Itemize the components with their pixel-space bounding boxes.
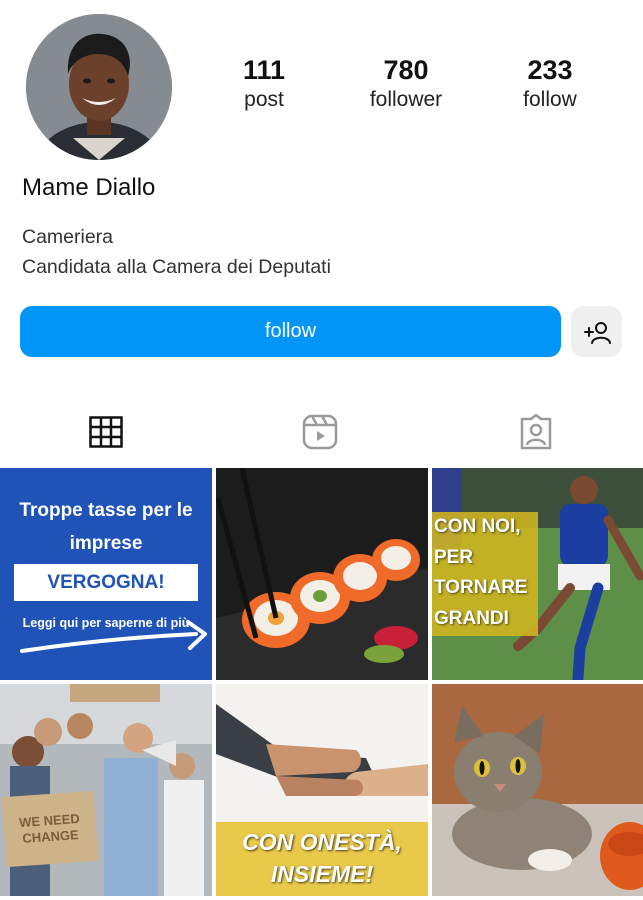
stat-posts-count: 111 [242,55,286,85]
protest-sign: WE NEED CHANGE [1,790,99,868]
sushi-image [216,468,428,680]
add-person-icon [583,321,611,344]
tab-posts[interactable] [84,410,128,454]
stat-followers-label: follower [369,88,443,111]
avatar-image [26,14,172,160]
profile-stats: 111 post 780 follower 233 follow [200,54,623,124]
stat-posts[interactable]: 111 post [204,54,324,114]
post-tile-sushi[interactable] [216,468,428,680]
post-hands-text: CON ONESTÀ, INSIEME! [216,826,428,890]
stat-following-count: 233 [527,55,573,85]
follow-button[interactable]: follow [20,306,561,357]
post-tile-cat[interactable] [432,684,643,896]
profile-tabs [0,410,643,456]
post-tile-protest[interactable]: WE NEED CHANGE [0,684,212,896]
post-tile-taxes[interactable]: Troppe tasse per le imprese VERGOGNA! Le… [0,468,212,680]
protest-sign-text: WE NEED CHANGE [18,810,81,846]
grid-icon [89,416,123,448]
post-football-text: CON NOI, PER TORNARE GRANDI [434,512,528,634]
post-football-line: GRANDI [434,607,509,629]
post-tile-football[interactable]: CON NOI, PER TORNARE GRANDI [432,468,643,680]
bio-line-candidacy: Candidata alla Camera dei Deputati [22,256,331,278]
post-football-line: CON NOI, [434,516,521,537]
post-hands-line: INSIEME! [270,861,374,887]
reels-icon [302,414,338,450]
post-football-line: TORNARE [434,577,528,598]
profile-avatar[interactable] [26,14,172,160]
post-hands-line: CON ONESTÀ, [242,829,402,855]
stat-followers-count: 780 [383,55,429,85]
stat-following-label: follow [523,88,577,111]
cat-image [432,684,643,896]
tab-reels[interactable] [298,410,342,454]
bio-line-job: Cameriera [22,226,114,248]
post-football-line: PER [434,546,474,568]
profile-name: Mame Diallo [22,174,156,201]
suggested-accounts-button[interactable] [571,306,622,357]
profile-bio: Cameriera Candidata alla Camera dei Depu… [22,222,331,282]
stat-posts-label: post [244,88,284,111]
tab-tagged[interactable] [514,410,558,454]
post-tile-hands[interactable]: CON ONESTÀ, INSIEME! [216,684,428,896]
tagged-icon [520,414,552,450]
stat-followers[interactable]: 780 follower [346,54,466,114]
arrow-icon [20,620,207,653]
stat-following[interactable]: 233 follow [490,54,610,114]
